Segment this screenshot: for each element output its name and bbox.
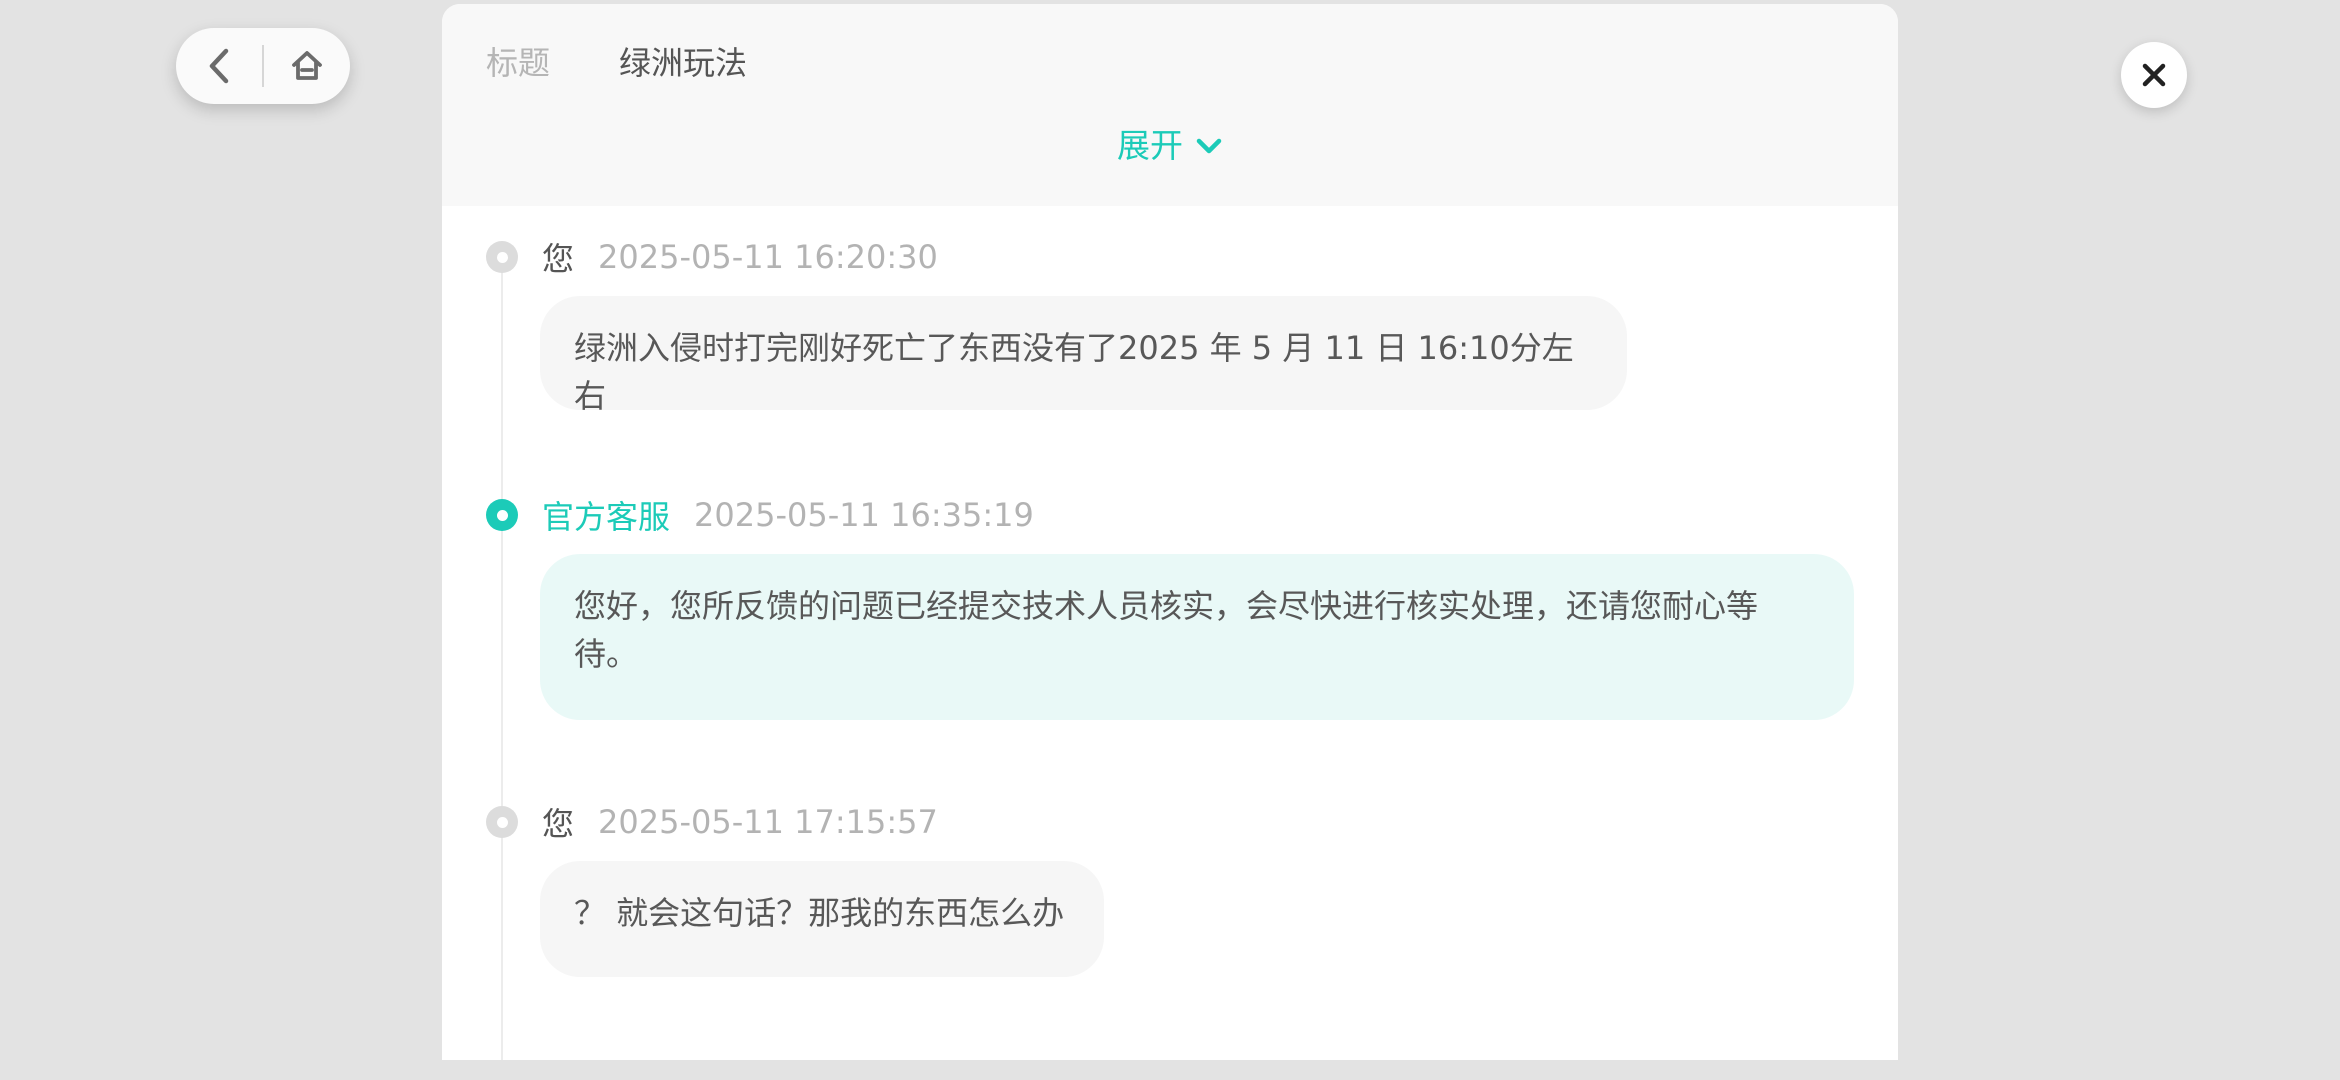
message-time: 2025-05-11 16:20:30 <box>598 238 938 276</box>
home-button[interactable] <box>264 28 350 104</box>
message-time: 2025-05-11 17:15:57 <box>598 803 938 841</box>
timeline-line <box>501 260 503 1060</box>
expand-label: 展开 <box>1117 126 1183 165</box>
close-icon <box>2142 63 2166 87</box>
back-button[interactable] <box>176 28 262 104</box>
timeline-dot <box>486 499 518 531</box>
expand-toggle[interactable]: 展开 <box>442 122 1898 170</box>
panel-header: 标题 绿洲玩法 展开 <box>442 4 1898 206</box>
message-text: ？ 就会这句话？那我的东西怎么办 <box>574 894 1065 932</box>
message-author: 官方客服 <box>542 498 671 536</box>
title-label: 标题 <box>486 44 551 82</box>
title-value: 绿洲玩法 <box>619 44 748 82</box>
feedback-panel: 标题 绿洲玩法 展开 您 2025-05-11 16:20:30 绿洲入侵时打完… <box>442 4 1898 1060</box>
message-bubble: 您好，您所反馈的问题已经提交技术人员核实，会尽快进行核实处理，还请您耐心等待。 <box>540 554 1854 720</box>
message-header: 您 2025-05-11 16:20:30 <box>486 232 938 282</box>
home-icon <box>292 51 322 80</box>
message-author: 您 <box>542 240 575 278</box>
chevron-down-icon <box>1195 136 1223 156</box>
message-time: 2025-05-11 16:35:19 <box>694 496 1034 534</box>
message-header: 官方客服 2025-05-11 16:35:19 <box>486 490 1034 540</box>
message-bubble: ？ 就会这句话？那我的东西怎么办 <box>540 861 1104 977</box>
message-author: 您 <box>542 805 575 843</box>
message-text: 绿洲入侵时打完刚好死亡了东西没有了2025 年 5 月 11 日 16:10分左… <box>574 329 1574 415</box>
message-text: 您好，您所反馈的问题已经提交技术人员核实，会尽快进行核实处理，还请您耐心等待。 <box>574 587 1759 673</box>
timeline-dot <box>486 806 518 838</box>
chevron-left-icon <box>209 48 229 84</box>
nav-pill <box>176 28 350 104</box>
close-button[interactable] <box>2121 42 2187 108</box>
message-header: 您 2025-05-11 17:15:57 <box>486 797 938 847</box>
timeline-dot <box>486 241 518 273</box>
message-bubble: 绿洲入侵时打完刚好死亡了东西没有了2025 年 5 月 11 日 16:10分左… <box>540 296 1627 415</box>
